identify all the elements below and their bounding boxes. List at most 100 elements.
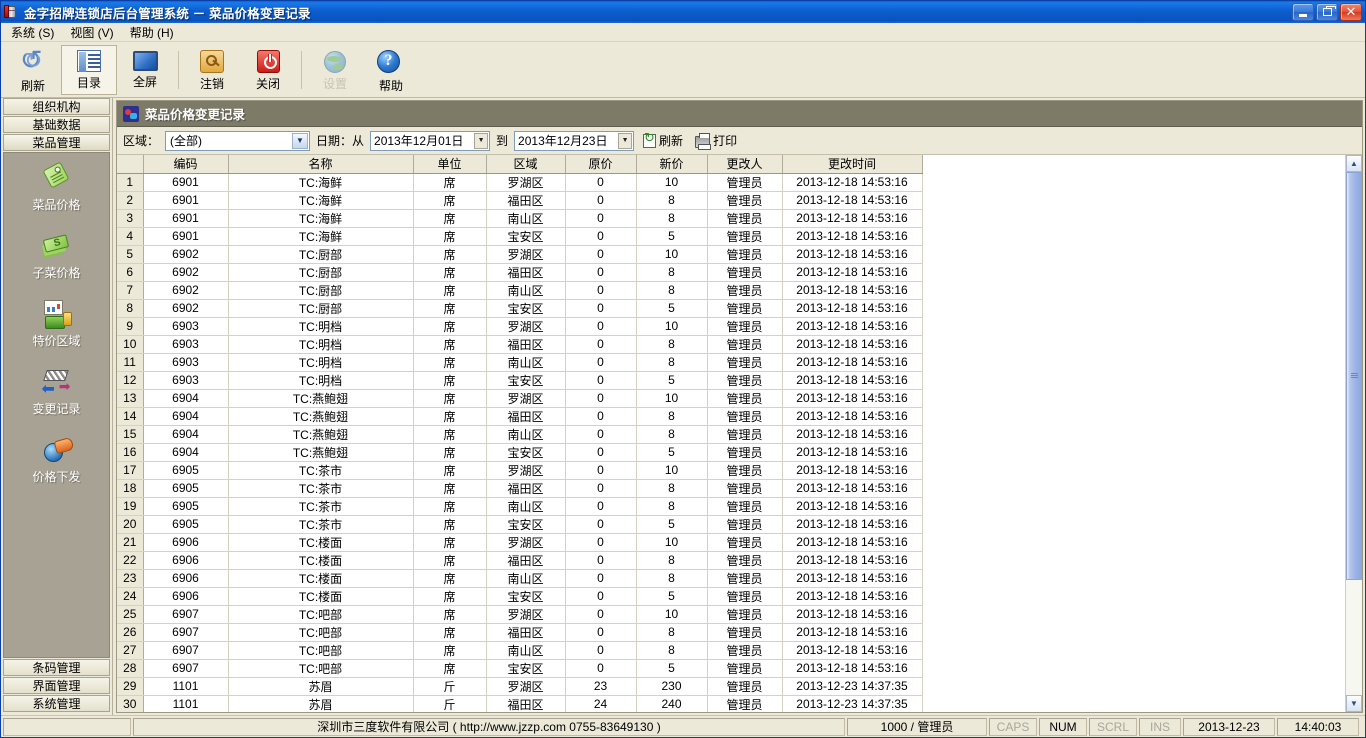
- region-select[interactable]: (全部) ▼: [165, 130, 311, 151]
- cell-code: 1101: [143, 695, 229, 712]
- table-row[interactable]: 12 6903 TC:明档席宝安区 0 5 管理员 2013-12-18 14:53:16: [117, 371, 923, 390]
- row-index-cell: 20: [117, 515, 144, 534]
- column-header-old-price[interactable]: 原价: [565, 155, 637, 174]
- minimize-button[interactable]: [1292, 3, 1314, 21]
- cell-new-price: 10: [636, 317, 708, 336]
- table-body: 1 6901 TC:海鲜席罗湖区 0 10 管理员 2013-12-18 14:53:16 2…: [117, 173, 923, 712]
- print-button[interactable]: 打印: [692, 131, 740, 150]
- cell-name: TC:燕鲍翅: [228, 443, 414, 462]
- cell-new-price: 8: [636, 569, 708, 588]
- date-to-input[interactable]: 2013年12月23日 ▼: [514, 130, 635, 151]
- table-row[interactable]: 25 6907 TC:吧部席罗湖区 0 10 管理员 2013-12-18 14:53:16: [117, 605, 923, 624]
- column-header-unit[interactable]: 单位: [413, 155, 487, 174]
- table-row[interactable]: 6 6902 TC:厨部席福田区 0 8 管理员 2013-12-18 14:53:16: [117, 263, 923, 282]
- refresh-button[interactable]: 刷新: [640, 131, 686, 150]
- scroll-down-button[interactable]: ▼: [1346, 695, 1362, 712]
- cell-area: 罗湖区: [486, 245, 566, 264]
- status-scrl-indicator: SCRL: [1089, 717, 1137, 736]
- table-row[interactable]: 3 6901 TC:海鲜席南山区 0 8 管理员 2013-12-18 14:53:16: [117, 209, 923, 228]
- chevron-down-icon[interactable]: ▼: [292, 132, 309, 149]
- sidebar-item-change-log[interactable]: ⬅ ➡ 变更记录: [4, 367, 109, 417]
- toolbar-help-button[interactable]: ? 帮助: [363, 45, 419, 95]
- table-row[interactable]: 23 6906 TC:楼面席南山区 0 8 管理员 2013-12-18 14:53:16: [117, 569, 923, 588]
- table-row[interactable]: 10 6903 TC:明档席福田区 0 8 管理员 2013-12-18 14:53:16: [117, 335, 923, 354]
- scrollbar-track[interactable]: [1346, 172, 1362, 695]
- table-row[interactable]: 29 1101 苏眉斤罗湖区 23 230 管理员 2013-12-23 14:37:35: [117, 677, 923, 696]
- cell-area: 福田区: [486, 335, 566, 354]
- sidebar-group-basic-data[interactable]: 基础数据: [3, 116, 110, 133]
- table-row[interactable]: 15 6904 TC:燕鲍翅席南山区 0 8 管理员 2013-12-18 14:53:16: [117, 425, 923, 444]
- cell-code: 6903: [143, 317, 229, 336]
- table-row[interactable]: 2 6901 TC:海鲜席福田区 0 8 管理员 2013-12-18 14:53:16: [117, 191, 923, 210]
- table-row[interactable]: 19 6905 TC:茶市席南山区 0 8 管理员 2013-12-18 14:53:16: [117, 497, 923, 516]
- scroll-up-button[interactable]: ▲: [1346, 155, 1362, 172]
- toolbar-fullscreen-button[interactable]: 全屏: [117, 45, 173, 95]
- menu-view[interactable]: 视图 (V): [62, 22, 121, 43]
- sidebar-group-barcode-management[interactable]: 条码管理: [3, 659, 110, 676]
- sidebar-group-ui-management[interactable]: 界面管理: [3, 677, 110, 694]
- refresh-icon: [643, 131, 657, 148]
- cell-time: 2013-12-18 14:53:16: [782, 569, 923, 588]
- table-row[interactable]: 20 6905 TC:茶市席宝安区 0 5 管理员 2013-12-18 14:53:16: [117, 515, 923, 534]
- cell-unit: 席: [413, 425, 487, 444]
- table-row[interactable]: 22 6906 TC:楼面席福田区 0 8 管理员 2013-12-18 14:53:16: [117, 551, 923, 570]
- sidebar-group-organization[interactable]: 组织机构: [3, 98, 110, 115]
- cell-code: 6904: [143, 389, 229, 408]
- date-from-input[interactable]: 2013年12月01日 ▼: [370, 130, 491, 151]
- grid-wrapper: 编码 名称 单位 区域 原价 新价 更改人 更改时间 1 6901 TC:海鲜 …: [117, 155, 1362, 712]
- cell-new-price: 8: [636, 497, 708, 516]
- toolbar-catalog-button[interactable]: 目录: [61, 44, 117, 95]
- column-header-area[interactable]: 区域: [486, 155, 566, 174]
- table-row[interactable]: 28 6907 TC:吧部席宝安区 0 5 管理员 2013-12-18 14:53:16: [117, 659, 923, 678]
- column-header-new-price[interactable]: 新价: [636, 155, 708, 174]
- column-header-name[interactable]: 名称: [228, 155, 414, 174]
- sidebar-group-system-management[interactable]: 系统管理: [3, 695, 110, 712]
- menu-help[interactable]: 帮助 (H): [122, 22, 182, 43]
- toolbar-exit-button[interactable]: 关闭: [240, 45, 296, 95]
- menu-system[interactable]: 系统 (S): [3, 22, 62, 43]
- date-to-dropdown-icon[interactable]: ▼: [618, 132, 633, 149]
- table-row[interactable]: 24 6906 TC:楼面席宝安区 0 5 管理员 2013-12-18 14:53:16: [117, 587, 923, 606]
- row-index-cell: 12: [117, 371, 144, 390]
- table-row[interactable]: 27 6907 TC:吧部席南山区 0 8 管理员 2013-12-18 14:53:16: [117, 641, 923, 660]
- table-row[interactable]: 30 1101 苏眉斤福田区 24 240 管理员 2013-12-23 14:37:35: [117, 695, 923, 712]
- column-header-time[interactable]: 更改时间: [782, 155, 923, 174]
- table-row[interactable]: 4 6901 TC:海鲜席宝安区 0 5 管理员 2013-12-18 14:53:16: [117, 227, 923, 246]
- toolbar-logout-button[interactable]: 注销: [184, 45, 240, 95]
- column-header-code[interactable]: 编码: [143, 155, 229, 174]
- table-row[interactable]: 17 6905 TC:茶市席罗湖区 0 10 管理员 2013-12-18 14:53:16: [117, 461, 923, 480]
- close-button[interactable]: ✕: [1340, 3, 1362, 21]
- cell-unit: 席: [413, 317, 487, 336]
- column-header-user[interactable]: 更改人: [707, 155, 783, 174]
- cell-user: 管理员: [707, 425, 783, 444]
- cell-area: 罗湖区: [486, 317, 566, 336]
- table-row[interactable]: 21 6906 TC:楼面席罗湖区 0 10 管理员 2013-12-18 14:53:16: [117, 533, 923, 552]
- cell-user: 管理员: [707, 533, 783, 552]
- table-row[interactable]: 1 6901 TC:海鲜席罗湖区 0 10 管理员 2013-12-18 14:53:16: [117, 173, 923, 192]
- table-row[interactable]: 9 6903 TC:明档席罗湖区 0 10 管理员 2013-12-18 14:53:16: [117, 317, 923, 336]
- table-row[interactable]: 18 6905 TC:茶市席福田区 0 8 管理员 2013-12-18 14:53:16: [117, 479, 923, 498]
- table-row[interactable]: 16 6904 TC:燕鲍翅席宝安区 0 5 管理员 2013-12-18 14:53:16: [117, 443, 923, 462]
- cell-code: 6902: [143, 245, 229, 264]
- sidebar-item-price-distribution[interactable]: 价格下发: [4, 435, 109, 485]
- sidebar-group-dish-management[interactable]: 菜品管理: [3, 134, 110, 151]
- table-row[interactable]: 13 6904 TC:燕鲍翅席罗湖区 0 10 管理员 2013-12-18 14:53:1…: [117, 389, 923, 408]
- chart-money-icon: [40, 299, 74, 329]
- maximize-restore-button[interactable]: [1316, 3, 1338, 21]
- sidebar-item-special-price-area[interactable]: 特价区域: [4, 299, 109, 349]
- cell-new-price: 8: [636, 209, 708, 228]
- cell-new-price: 8: [636, 623, 708, 642]
- table-row[interactable]: 5 6902 TC:厨部席罗湖区 0 10 管理员 2013-12-18 14:53:16: [117, 245, 923, 264]
- sidebar-item-sub-dish-price[interactable]: 子菜价格: [4, 231, 109, 281]
- date-from-dropdown-icon[interactable]: ▼: [474, 132, 489, 149]
- vertical-scrollbar[interactable]: ▲ ▼: [1345, 155, 1362, 712]
- table-row[interactable]: 8 6902 TC:厨部席宝安区 0 5 管理员 2013-12-18 14:53:16: [117, 299, 923, 318]
- sidebar-item-dish-price[interactable]: 菜品价格: [4, 161, 109, 213]
- table-row[interactable]: 14 6904 TC:燕鲍翅席福田区 0 8 管理员 2013-12-18 14:53:16: [117, 407, 923, 426]
- table-row[interactable]: 7 6902 TC:厨部席南山区 0 8 管理员 2013-12-18 14:53:16: [117, 281, 923, 300]
- cell-time: 2013-12-18 14:53:16: [782, 443, 923, 462]
- scrollbar-thumb[interactable]: [1346, 172, 1362, 580]
- table-row[interactable]: 26 6907 TC:吧部席福田区 0 8 管理员 2013-12-18 14:53:16: [117, 623, 923, 642]
- table-row[interactable]: 11 6903 TC:明档席南山区 0 8 管理员 2013-12-18 14:53:16: [117, 353, 923, 372]
- toolbar-refresh-button[interactable]: 刷新: [5, 45, 61, 95]
